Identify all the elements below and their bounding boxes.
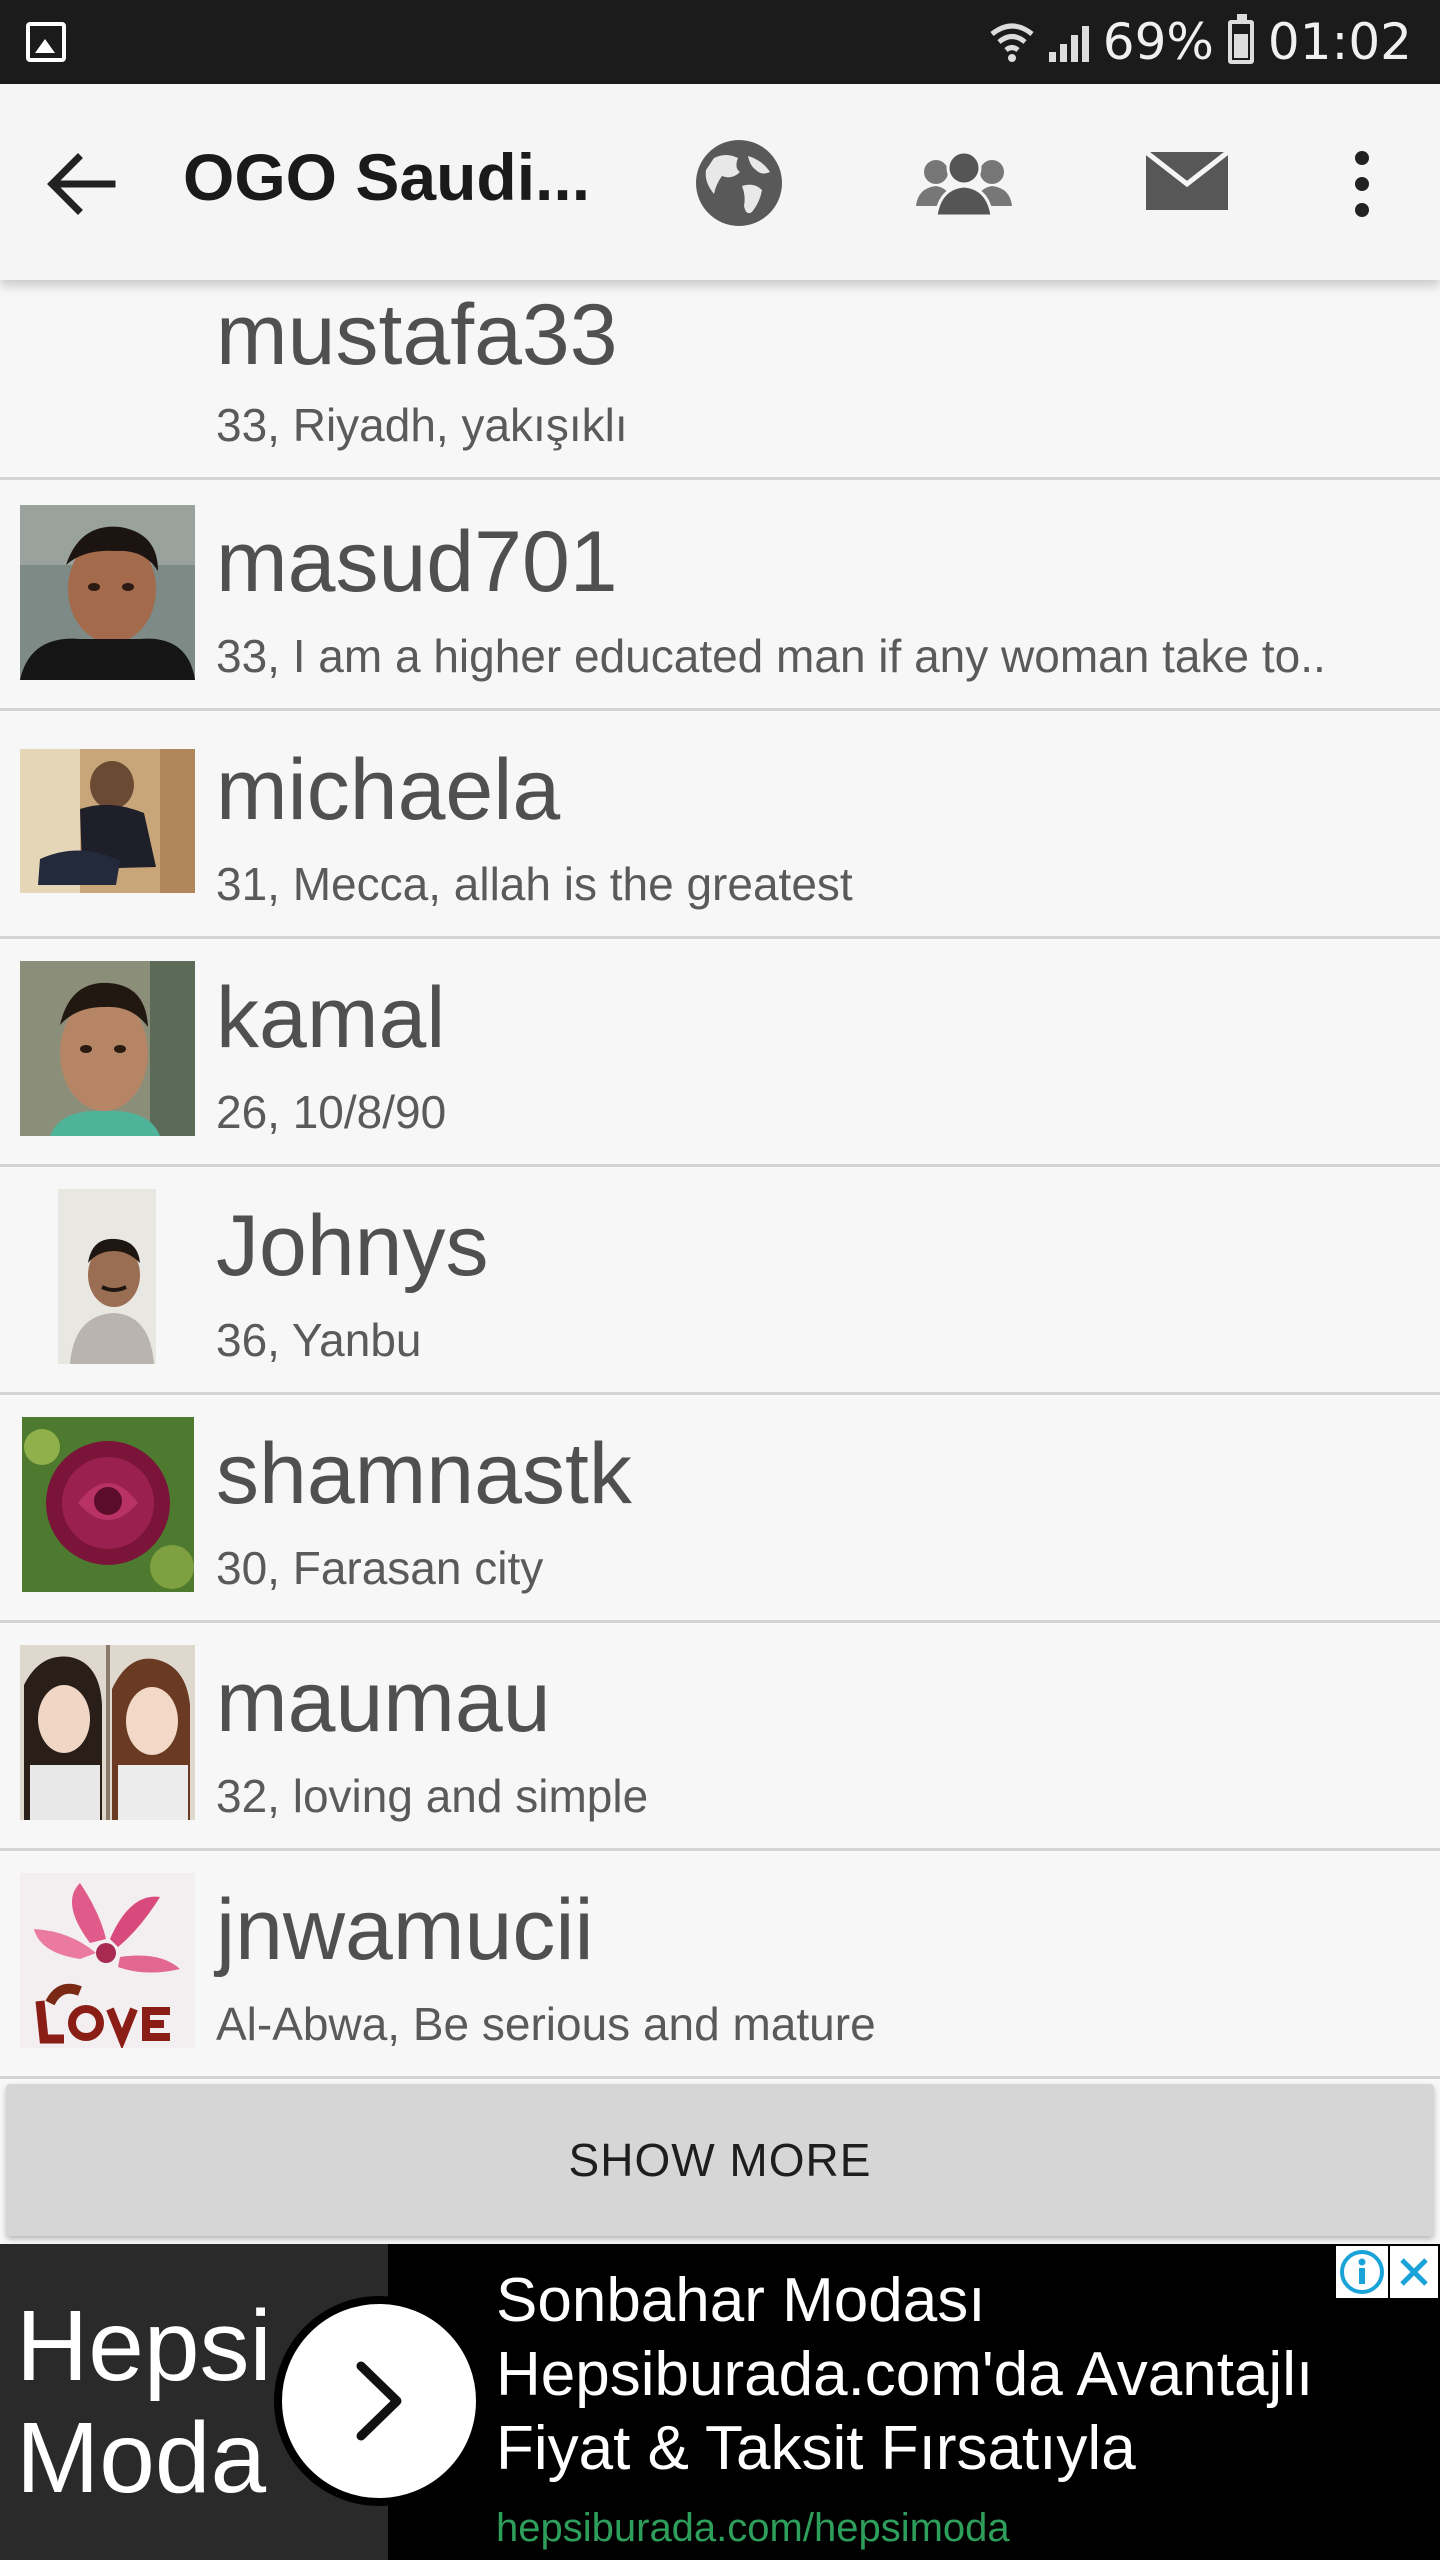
adchoices-info-button[interactable] bbox=[1336, 2246, 1388, 2298]
list-item[interactable]: michaela 31, Mecca, allah is the greates… bbox=[0, 711, 1440, 939]
list-item[interactable]: jnwamucii Al-Abwa, Be serious and mature bbox=[0, 1851, 1440, 2079]
username: masud701 bbox=[216, 514, 618, 610]
ad-close-button[interactable] bbox=[1390, 2246, 1438, 2298]
user-info: 31, Mecca, allah is the greatest bbox=[216, 858, 853, 910]
user-info: 30, Farasan city bbox=[216, 1542, 544, 1594]
avatar bbox=[58, 1189, 156, 1364]
ad-open-button[interactable] bbox=[274, 2296, 484, 2506]
signal-icon bbox=[1048, 22, 1089, 62]
info-icon bbox=[1336, 2246, 1388, 2298]
username: shamnastk bbox=[216, 1426, 632, 1522]
username: kamal bbox=[216, 970, 446, 1066]
avatar bbox=[20, 749, 195, 893]
chevron-right-icon bbox=[356, 2361, 402, 2441]
show-more-button[interactable]: SHOW MORE bbox=[6, 2084, 1434, 2236]
ad-brand: Hepsi Moda bbox=[16, 2290, 272, 2514]
globe-icon bbox=[696, 140, 782, 226]
ad-brand-line-1: Hepsi bbox=[16, 2290, 272, 2402]
close-icon bbox=[1390, 2246, 1438, 2298]
overflow-menu-button[interactable] bbox=[1340, 136, 1384, 232]
user-info: 36, Yanbu bbox=[216, 1314, 422, 1366]
messages-button[interactable] bbox=[1144, 148, 1230, 214]
username: maumau bbox=[216, 1654, 551, 1750]
list-item[interactable]: Johnys 36, Yanbu bbox=[0, 1167, 1440, 1395]
username: michaela bbox=[216, 742, 561, 838]
username: Johnys bbox=[216, 1198, 489, 1294]
list-item[interactable]: kamal 26, 10/8/90 bbox=[0, 939, 1440, 1167]
ad-banner[interactable]: Hepsi Moda Sonbahar Modası Hepsiburada.c… bbox=[0, 2244, 1440, 2560]
user-info: 26, 10/8/90 bbox=[216, 1086, 447, 1138]
more-vertical-icon bbox=[1355, 151, 1369, 165]
avatar bbox=[20, 505, 195, 680]
ad-headline-line-3: Fiyat & Taksit Fırsatıyla bbox=[496, 2414, 1136, 2483]
people-icon bbox=[916, 150, 1012, 218]
list-item[interactable]: masud701 33, I am a higher educated man … bbox=[0, 483, 1440, 711]
user-info: 32, loving and simple bbox=[216, 1770, 649, 1822]
wifi-icon bbox=[990, 23, 1034, 62]
people-button[interactable] bbox=[912, 144, 1016, 224]
globe-button[interactable] bbox=[692, 136, 786, 230]
status-bar: 69% 01:02 bbox=[0, 0, 1440, 84]
avatar bbox=[20, 961, 195, 1136]
arrow-back-icon bbox=[47, 153, 116, 215]
list-item[interactable]: shamnastk 30, Farasan city bbox=[0, 1395, 1440, 1623]
app-bar: OGO Saudi... bbox=[0, 84, 1440, 280]
avatar bbox=[22, 1417, 194, 1592]
username: jnwamucii bbox=[216, 1882, 594, 1978]
status-icons: 69% 01:02 bbox=[989, 0, 1412, 84]
username: mustafa33 bbox=[216, 287, 618, 383]
avatar bbox=[20, 1645, 195, 1820]
ad-brand-line-2: Moda bbox=[16, 2402, 267, 2514]
list-item[interactable]: mustafa33 33, Riyadh, yakışıklı bbox=[0, 280, 1440, 480]
battery-icon bbox=[1227, 14, 1254, 64]
user-info: 33, I am a higher educated man if any wo… bbox=[216, 630, 1326, 682]
clock: 01:02 bbox=[1267, 13, 1412, 71]
user-info: Al-Abwa, Be serious and mature bbox=[216, 1998, 876, 2050]
ad-headline: Sonbahar Modası Hepsiburada.com'da Avant… bbox=[496, 2264, 1313, 2486]
page-title: OGO Saudi... bbox=[183, 140, 591, 214]
back-button[interactable] bbox=[40, 142, 124, 226]
battery-percent: 69% bbox=[1102, 13, 1214, 71]
ad-headline-line-1: Sonbahar Modası bbox=[496, 2266, 986, 2335]
avatar bbox=[20, 1873, 195, 2048]
ad-url[interactable]: hepsiburada.com/hepsimoda bbox=[496, 2506, 1010, 2551]
gallery-notification-icon bbox=[26, 22, 66, 62]
user-info: 33, Riyadh, yakışıklı bbox=[216, 399, 628, 451]
ad-headline-line-2: Hepsiburada.com'da Avantajlı bbox=[496, 2340, 1314, 2409]
mail-icon bbox=[1144, 150, 1230, 210]
list-item[interactable]: maumau 32, loving and simple bbox=[0, 1623, 1440, 1851]
